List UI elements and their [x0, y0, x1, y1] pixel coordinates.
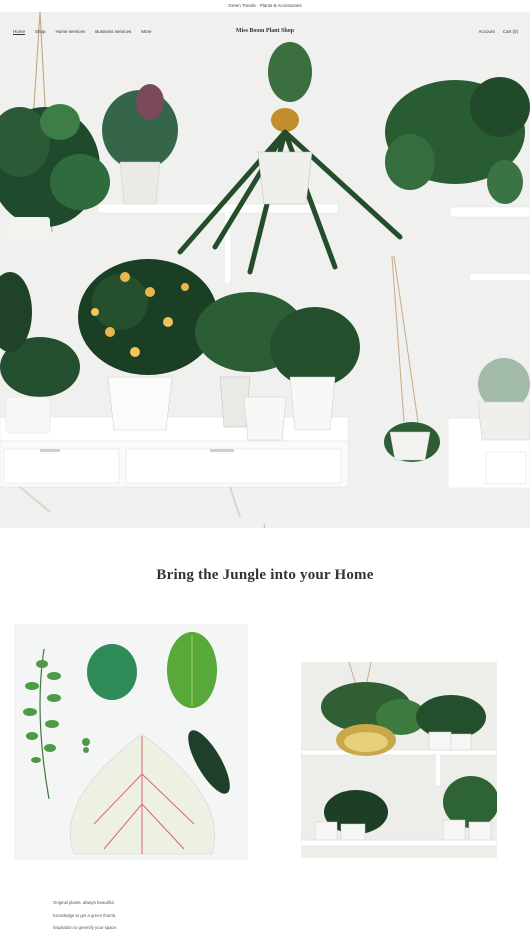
intro-line-2: Knowledge to get a green thumb, — [53, 912, 117, 918]
intro-line-1: Original plants, always beautiful. — [53, 900, 115, 905]
intro-line-3: inspiration to greenify your space. — [53, 925, 118, 930]
intro-text: Original plants, always beautiful. Knowl… — [53, 897, 173, 935]
shelves-photo — [301, 662, 497, 858]
nav-more[interactable]: More — [141, 29, 151, 34]
section-headline: Bring the Jungle into your Home — [156, 567, 374, 583]
scroll-down-icon[interactable]: ↓ — [259, 522, 269, 528]
account-link[interactable]: Account — [478, 29, 494, 34]
hero-plants-illustration — [0, 12, 530, 528]
cart-link[interactable]: Cart (0) — [503, 29, 518, 34]
nav-business-services[interactable]: Business services — [95, 29, 131, 34]
nav-shop[interactable]: Shop — [35, 29, 46, 34]
leaves-flatlay-illustration — [14, 624, 248, 860]
nav-home[interactable]: Home — [13, 29, 25, 34]
plants-on-shelves-illustration — [301, 662, 497, 858]
site-logo[interactable]: Miss Boom Plant Shop — [205, 28, 325, 34]
hero-image: ↓ — [0, 12, 530, 528]
utility-links: Account Cart (0) — [478, 29, 518, 34]
nav-home-services[interactable]: Home services — [56, 29, 86, 34]
main-navigation: Home Shop Home services Business service… — [13, 29, 152, 34]
leaves-photo — [14, 624, 248, 860]
announcement-bar: Green Trends · Plants & Accessories — [228, 3, 302, 8]
